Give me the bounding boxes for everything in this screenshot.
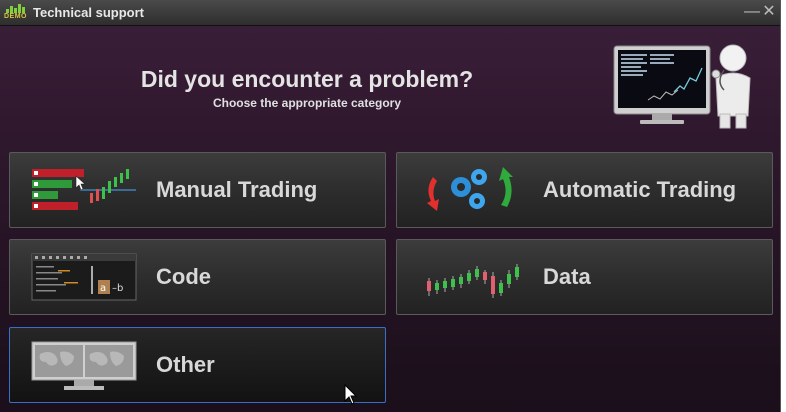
page-subtitle: Choose the appropriate category <box>212 96 402 110</box>
mouse-pointer-icon <box>344 384 358 405</box>
svg-text:a: a <box>100 283 106 294</box>
page-title: Did you encounter a problem? <box>140 66 474 92</box>
category-label: Automatic Trading <box>543 177 737 202</box>
window-title: Technical support <box>33 5 144 20</box>
category-label: Manual Trading <box>156 177 318 202</box>
support-figure-monitor-icon <box>613 44 751 129</box>
category-other[interactable]: Other <box>9 327 386 403</box>
svg-text:–b: –b <box>112 283 123 294</box>
demo-badge: DEMO <box>4 13 27 20</box>
category-data[interactable]: Data <box>396 239 773 315</box>
monitor-icon <box>31 341 137 390</box>
category-label: Code <box>156 264 211 289</box>
automatic-trading-gears-icon <box>427 167 513 211</box>
candlestick-chart-icon <box>427 264 519 298</box>
title-bar: DEMO Technical support — ✕ <box>0 0 780 26</box>
close-button[interactable]: ✕ <box>760 2 778 22</box>
demo-logo-icon: DEMO <box>4 3 30 22</box>
category-label: Other <box>156 352 215 377</box>
manual-trading-icon <box>32 169 136 210</box>
technical-support-window: DEMO Technical support — ✕ Did you encou… <box>0 0 781 412</box>
category-manual-trading[interactable]: Manual Trading <box>9 152 386 228</box>
minimize-button[interactable]: — <box>743 2 761 22</box>
code-editor-icon: a –b <box>31 253 137 301</box>
category-code[interactable]: a –b Code <box>9 239 386 315</box>
category-automatic-trading[interactable]: Automatic Trading <box>396 152 773 228</box>
category-label: Data <box>543 264 591 289</box>
